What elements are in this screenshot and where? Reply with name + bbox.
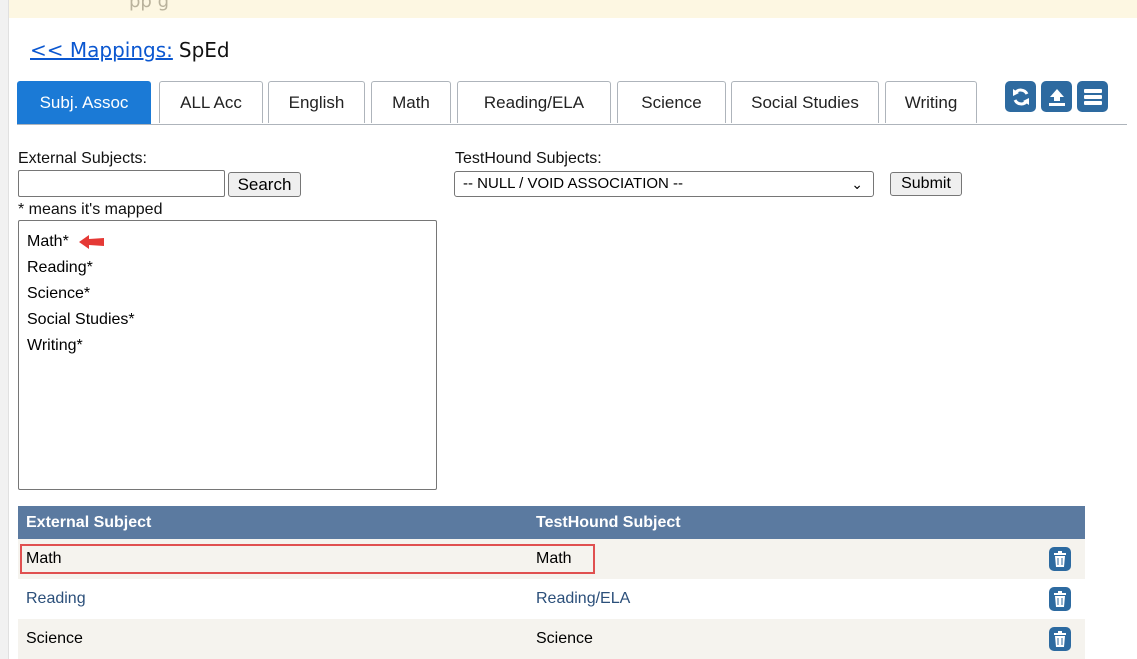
cell-external: Math <box>26 550 62 567</box>
toolbar <box>1005 81 1108 112</box>
tab-math[interactable]: Math <box>371 81 451 123</box>
tab-writing[interactable]: Writing <box>885 81 977 123</box>
external-subjects-list[interactable]: Math* Reading* Science* Social Studies* … <box>18 220 437 490</box>
list-item[interactable]: Science* <box>19 281 436 307</box>
tab-underline <box>17 124 1127 125</box>
cell-testhound: Science <box>536 630 593 647</box>
header-testhound-subject: TestHound Subject <box>536 514 681 531</box>
mapped-note: * means it's mapped <box>18 201 163 218</box>
upload-icon[interactable] <box>1041 81 1072 112</box>
tab-english[interactable]: English <box>268 81 365 123</box>
submit-button[interactable]: Submit <box>890 172 962 196</box>
cell-external: Science <box>26 630 83 647</box>
external-subjects-label: External Subjects: <box>18 150 147 167</box>
search-input[interactable] <box>18 170 225 197</box>
tab-all-acc[interactable]: ALL Acc <box>159 81 263 123</box>
tab-subj-assoc[interactable]: Subj. Assoc <box>17 81 151 125</box>
tab-social-studies[interactable]: Social Studies <box>731 81 879 123</box>
list-item-label: Reading* <box>27 259 93 276</box>
banner-text: pp g <box>129 0 169 12</box>
trash-icon[interactable] <box>1049 627 1071 651</box>
list-item[interactable]: Reading* <box>19 255 436 281</box>
list-item[interactable]: Math* <box>19 229 436 255</box>
refresh-icon[interactable] <box>1005 81 1036 112</box>
left-gutter <box>0 0 9 659</box>
cell-testhound[interactable]: Reading/ELA <box>536 579 630 619</box>
top-banner: pp g <box>9 0 1137 18</box>
search-button[interactable]: Search <box>228 172 301 197</box>
cell-external[interactable]: Reading <box>26 579 86 619</box>
mappings-table: External Subject TestHound Subject Math … <box>18 506 1085 659</box>
tab-science[interactable]: Science <box>617 81 726 123</box>
table-row: Science Science <box>18 619 1085 659</box>
list-item-label: Social Studies* <box>27 311 135 328</box>
testhound-subjects-label: TestHound Subjects: <box>455 150 602 167</box>
table-row: Reading Reading/ELA <box>18 579 1085 619</box>
cell-testhound: Math <box>536 550 572 567</box>
menu-icon[interactable] <box>1077 81 1108 112</box>
highlight-box <box>20 544 595 574</box>
arrow-left-icon <box>79 235 104 249</box>
header-external-subject: External Subject <box>26 514 152 531</box>
testhound-subject-select[interactable]: -- NULL / VOID ASSOCIATION -- ⌄ <box>454 171 874 197</box>
list-item-label: Writing* <box>27 337 83 354</box>
page-title: SpEd <box>178 38 230 62</box>
list-item-label: Science* <box>27 285 91 302</box>
list-item-label: Math* <box>27 233 69 250</box>
chevron-down-icon: ⌄ <box>851 176 863 192</box>
select-value: -- NULL / VOID ASSOCIATION -- <box>463 175 684 192</box>
list-item[interactable]: Writing* <box>19 333 436 359</box>
table-header: External Subject TestHound Subject <box>18 506 1085 539</box>
tab-reading-ela[interactable]: Reading/ELA <box>457 81 611 123</box>
table-row: Math Math <box>18 539 1085 579</box>
trash-icon[interactable] <box>1049 587 1071 611</box>
mappings-back-link[interactable]: << Mappings: <box>30 38 173 62</box>
trash-icon[interactable] <box>1049 547 1071 571</box>
list-item[interactable]: Social Studies* <box>19 307 436 333</box>
breadcrumb: << Mappings: SpEd <box>30 38 230 62</box>
